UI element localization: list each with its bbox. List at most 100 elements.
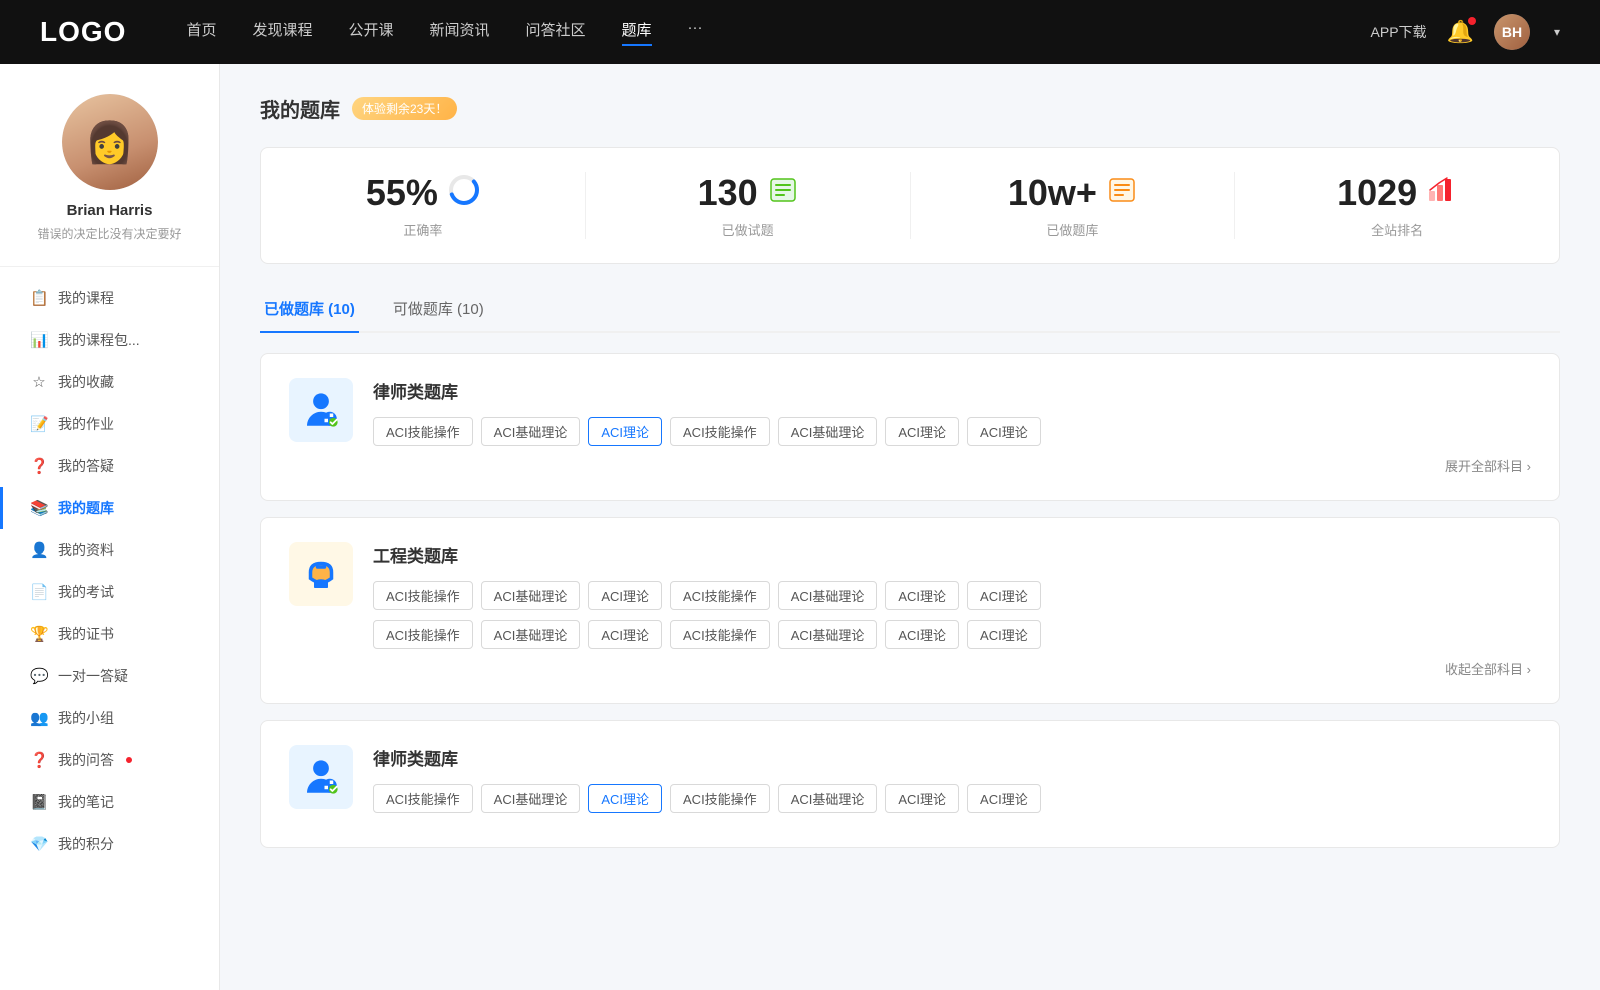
tag[interactable]: ACI理论 [588,620,662,649]
bank-icon-wrap-lawyer-2 [289,745,353,809]
done-banks-icon [1107,175,1137,212]
logo[interactable]: LOGO [40,16,126,48]
page-header: 我的题库 体验剩余23天！ [260,94,1560,123]
sidebar-item-exam[interactable]: 📄 我的考试 [0,571,219,613]
tag[interactable]: ACI理论 [967,581,1041,610]
tag-selected[interactable]: ACI理论 [588,417,662,446]
main-content: 我的题库 体验剩余23天！ 55% 正确率 [220,64,1600,990]
bank-footer-engineer: 收起全部科目 › [373,659,1531,679]
tab-available-banks[interactable]: 可做题库 (10) [389,288,488,331]
tag[interactable]: ACI基础理论 [481,417,581,446]
stat-done-questions: 130 已做试题 [586,172,911,239]
sidebar-item-certificate[interactable]: 🏆 我的证书 [0,613,219,655]
sidebar-item-one-one-qa[interactable]: 💬 一对一答疑 [0,655,219,697]
collection-icon: ☆ [30,373,48,391]
sidebar-item-my-qa[interactable]: ❓ 我的问答 [0,739,219,781]
profile-icon: 👤 [30,541,48,559]
stat-ranking-value: 1029 [1337,172,1417,214]
lawyer-icon-2 [300,756,342,798]
sidebar-item-course-pkg[interactable]: 📊 我的课程包... [0,319,219,361]
bank-tags: ACI技能操作 ACI基础理论 ACI理论 ACI技能操作 ACI基础理论 AC… [373,417,1531,446]
sidebar-item-profile[interactable]: 👤 我的资料 [0,529,219,571]
tag[interactable]: ACI技能操作 [373,784,473,813]
sidebar-item-label: 我的问答 [58,750,114,770]
tag[interactable]: ACI理论 [885,417,959,446]
avatar[interactable]: BH [1494,14,1530,50]
bank-title-lawyer-2: 律师类题库 [373,745,1531,770]
avatar-chevron-icon[interactable]: ▾ [1554,25,1560,39]
expand-link[interactable]: 展开全部科目 › [1445,459,1531,474]
qa-icon: ❓ [30,457,48,475]
sidebar-item-points[interactable]: 💎 我的积分 [0,823,219,865]
stat-accuracy-value: 55% [366,172,438,214]
tag[interactable]: ACI技能操作 [373,417,473,446]
nav-app-download[interactable]: APP下载 [1371,22,1427,42]
sidebar-item-label: 我的收藏 [58,372,114,392]
sidebar-item-question-bank[interactable]: 📚 我的题库 [0,487,219,529]
tag[interactable]: ACI基础理论 [481,784,581,813]
sidebar-item-course[interactable]: 📋 我的课程 [0,277,219,319]
sidebar-item-label: 一对一答疑 [58,666,128,686]
nav-more[interactable]: ··· [688,19,703,46]
sidebar-item-label: 我的考试 [58,582,114,602]
bank-tags-lawyer-2: ACI技能操作 ACI基础理论 ACI理论 ACI技能操作 ACI基础理论 AC… [373,784,1531,813]
bank-card-engineer: 工程类题库 ACI技能操作 ACI基础理论 ACI理论 ACI技能操作 ACI基… [260,517,1560,704]
sidebar-menu: 📋 我的课程 📊 我的课程包... ☆ 我的收藏 📝 我的作业 ❓ 我的答疑 📚 [0,267,219,865]
tag[interactable]: ACI技能操作 [373,620,473,649]
tag[interactable]: ACI理论 [967,784,1041,813]
notification-dot [1468,17,1476,25]
nav-bank[interactable]: 题库 [622,19,652,46]
tag[interactable]: ACI理论 [967,620,1041,649]
my-qa-icon: ❓ [30,751,48,769]
bank-card-lawyer-1: 律师类题库 ACI技能操作 ACI基础理论 ACI理论 ACI技能操作 ACI基… [260,353,1560,501]
one-one-qa-icon: 💬 [30,667,48,685]
bank-tags-engineer-1: ACI技能操作 ACI基础理论 ACI理论 ACI技能操作 ACI基础理论 AC… [373,581,1531,610]
group-icon: 👥 [30,709,48,727]
tag-selected[interactable]: ACI理论 [588,784,662,813]
sidebar-item-label: 我的题库 [58,498,114,518]
sidebar-item-group[interactable]: 👥 我的小组 [0,697,219,739]
tag[interactable]: ACI理论 [885,581,959,610]
nav-public[interactable]: 公开课 [348,19,393,46]
notification-bell[interactable]: 🔔 [1447,19,1474,45]
nav-home[interactable]: 首页 [186,19,216,46]
tag[interactable]: ACI基础理论 [778,784,878,813]
sidebar: 👩 Brian Harris 错误的决定比没有决定要好 📋 我的课程 📊 我的课… [0,64,220,990]
sidebar-item-qa[interactable]: ❓ 我的答疑 [0,445,219,487]
tag[interactable]: ACI理论 [885,784,959,813]
engineer-icon [300,553,342,595]
sidebar-item-label: 我的课程 [58,288,114,308]
tag[interactable]: ACI理论 [885,620,959,649]
tag[interactable]: ACI理论 [967,417,1041,446]
nav-discover[interactable]: 发现课程 [252,19,312,46]
stat-done-questions-label: 已做试题 [606,220,890,239]
homework-icon: 📝 [30,415,48,433]
stat-ranking-row: 1029 [1255,172,1539,214]
nav-qa[interactable]: 问答社区 [526,19,586,46]
tag[interactable]: ACI基础理论 [778,620,878,649]
tag[interactable]: ACI技能操作 [670,581,770,610]
tag[interactable]: ACI技能操作 [670,620,770,649]
user-avatar: 👩 [62,94,158,190]
sidebar-item-label: 我的证书 [58,624,114,644]
bank-title: 律师类题库 [373,378,1531,403]
tag[interactable]: ACI理论 [588,581,662,610]
nav-right: APP下载 🔔 BH ▾ [1371,14,1560,50]
tag[interactable]: ACI基础理论 [481,620,581,649]
sidebar-item-notes[interactable]: 📓 我的笔记 [0,781,219,823]
sidebar-item-homework[interactable]: 📝 我的作业 [0,403,219,445]
nav-news[interactable]: 新闻资讯 [430,19,490,46]
points-icon: 💎 [30,835,48,853]
tag[interactable]: ACI技能操作 [373,581,473,610]
tag[interactable]: ACI基础理论 [481,581,581,610]
tag[interactable]: ACI技能操作 [670,417,770,446]
collapse-link[interactable]: 收起全部科目 › [1445,662,1531,677]
sidebar-item-collection[interactable]: ☆ 我的收藏 [0,361,219,403]
tag[interactable]: ACI技能操作 [670,784,770,813]
tag[interactable]: ACI基础理论 [778,417,878,446]
trial-badge: 体验剩余23天！ [352,97,457,120]
stat-accuracy: 55% 正确率 [261,172,586,239]
tag[interactable]: ACI基础理论 [778,581,878,610]
bank-icon-wrap-engineer [289,542,353,606]
tab-done-banks[interactable]: 已做题库 (10) [260,288,359,331]
